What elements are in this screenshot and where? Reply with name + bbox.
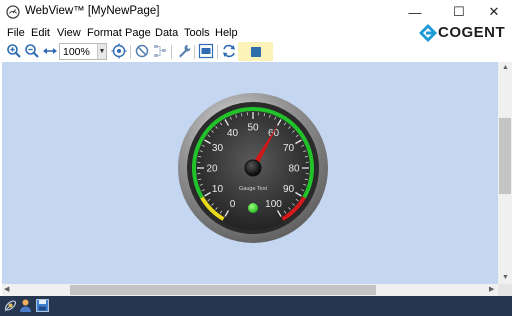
satellite-icon[interactable]: [3, 298, 18, 313]
scroll-left-icon[interactable]: ◀: [4, 285, 9, 293]
toolbar-separator: [194, 45, 195, 59]
app-icon: [6, 5, 20, 19]
maximize-icon: ☐: [453, 4, 465, 19]
menu-page[interactable]: Page: [125, 27, 151, 39]
vertical-scroll-thumb[interactable]: [499, 118, 511, 194]
menu-file[interactable]: File: [7, 27, 25, 39]
close-button[interactable]: ✕: [478, 0, 510, 24]
horizontal-scroll-thumb[interactable]: [70, 285, 376, 295]
minimize-icon: —: [408, 4, 422, 20]
xml-icon[interactable]: [198, 43, 214, 59]
target-icon[interactable]: [111, 43, 127, 59]
gauge-hub: [244, 159, 262, 177]
network-icon[interactable]: [152, 43, 168, 59]
wrench-icon[interactable]: [176, 43, 192, 59]
gauge-status-led: [248, 203, 258, 213]
stop-icon[interactable]: [248, 44, 264, 60]
scroll-down-icon[interactable]: ▼: [502, 274, 509, 281]
minimize-button[interactable]: —: [399, 0, 431, 24]
zoom-out-icon[interactable]: [24, 43, 40, 59]
gauge-tick-label: 20: [206, 164, 218, 175]
menu-tools[interactable]: Tools: [184, 27, 210, 39]
user-icon[interactable]: [18, 298, 33, 313]
gauge-tick-label: 80: [288, 164, 300, 175]
scroll-right-icon[interactable]: ▶: [489, 285, 494, 293]
menu-help[interactable]: Help: [215, 27, 238, 39]
fit-width-icon[interactable]: [42, 43, 58, 59]
page-canvas: 0102030405060708090100 Gauge Text: [2, 62, 498, 284]
save-icon[interactable]: [35, 298, 50, 313]
webview-window: WebView™ [MyNewPage] — ☐ ✕ COGENT File E…: [0, 0, 512, 316]
zoom-value: 100%: [63, 46, 90, 58]
zoom-in-icon[interactable]: [6, 43, 22, 59]
gauge-tick-label: 100: [265, 199, 282, 210]
gauge-tick-label: 90: [283, 184, 295, 195]
toolbar-separator: [171, 45, 172, 59]
gauge-tick-label: 70: [283, 143, 295, 154]
menu-bar: File Edit View Format Page Data Tools He…: [0, 24, 512, 42]
maximize-button[interactable]: ☐: [443, 0, 475, 24]
scroll-corner: [498, 284, 512, 296]
toolbar-separator: [130, 45, 131, 59]
menu-edit[interactable]: Edit: [31, 27, 50, 39]
scroll-up-icon[interactable]: ▲: [502, 64, 509, 71]
refresh-icon[interactable]: [221, 43, 237, 59]
gauge-tick-label: 50: [247, 123, 259, 134]
zoom-select[interactable]: 100% ▼: [59, 43, 107, 60]
title-bar: WebView™ [MyNewPage] — ☐ ✕: [0, 0, 512, 24]
gauge-tick-label: 0: [230, 199, 236, 210]
no-entry-icon[interactable]: [134, 43, 150, 59]
status-bar: [0, 296, 512, 316]
toolbar-separator: [217, 45, 218, 59]
menu-view[interactable]: View: [57, 27, 81, 39]
window-title: WebView™ [MyNewPage]: [25, 5, 160, 17]
gauge[interactable]: 0102030405060708090100 Gauge Text: [2, 62, 498, 284]
gauge-tick-label: 10: [212, 184, 224, 195]
gauge-tick-label: 30: [212, 143, 224, 154]
chevron-down-icon[interactable]: ▼: [97, 44, 106, 59]
gauge-tick-label: 40: [227, 128, 239, 139]
close-icon: ✕: [488, 4, 500, 19]
menu-format[interactable]: Format: [87, 27, 122, 39]
menu-data[interactable]: Data: [155, 27, 178, 39]
gauge-label: Gauge Text: [239, 186, 268, 192]
